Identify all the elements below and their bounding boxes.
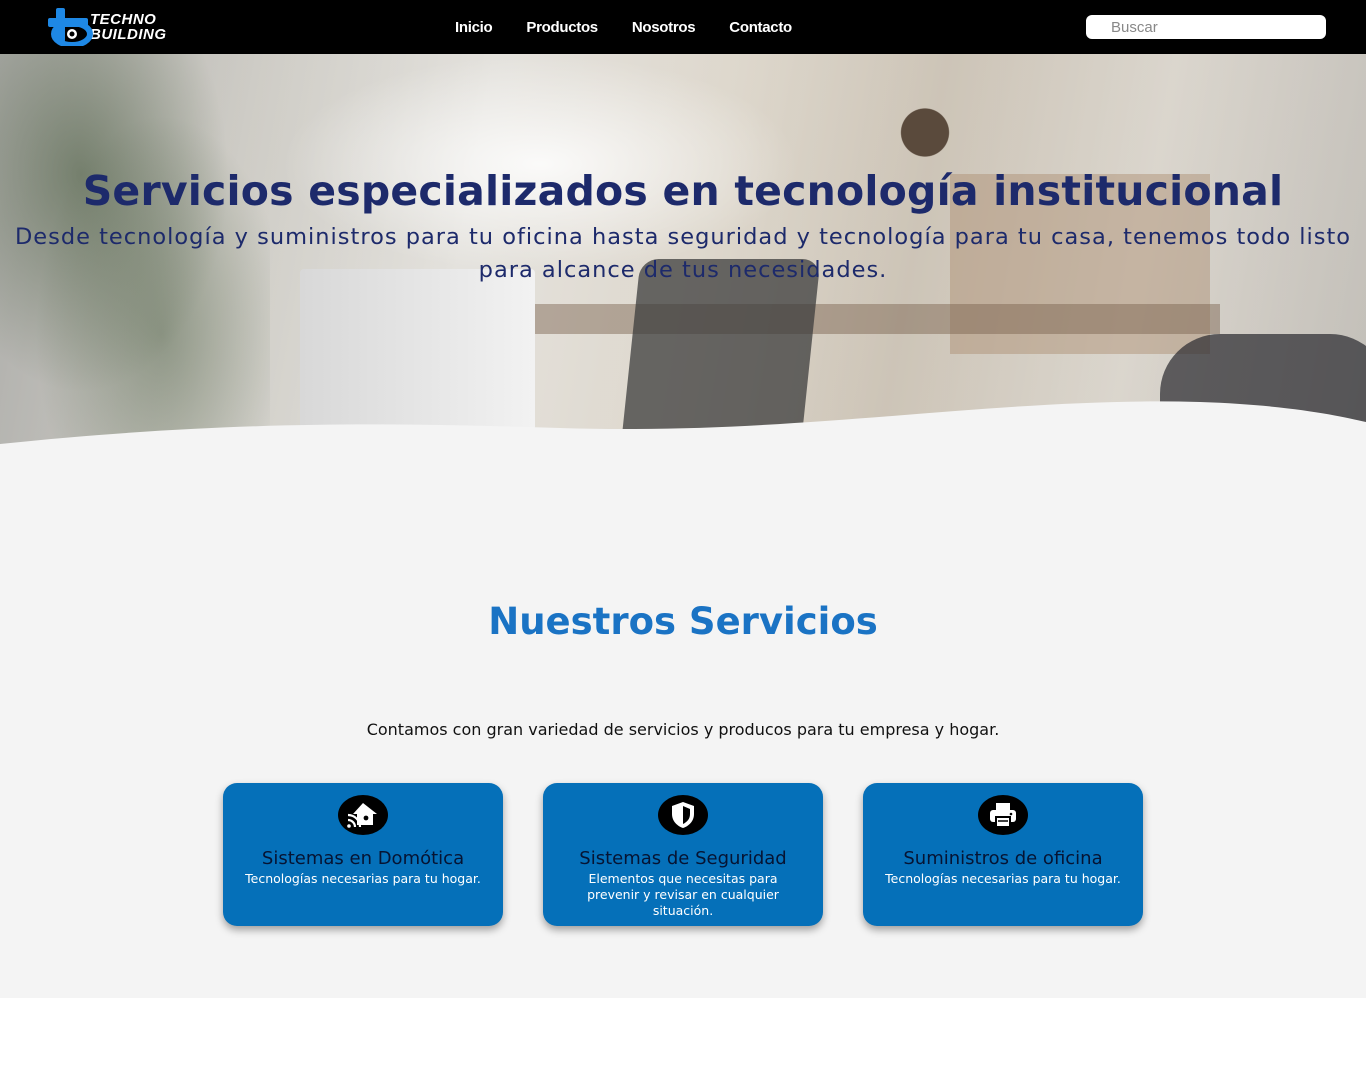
smart-home-icon [338,795,388,835]
service-card-oficina[interactable]: Suministros de oficina Tecnologías neces… [863,783,1143,926]
hero-subtitle: Desde tecnología y suministros para tu o… [14,224,1352,283]
service-card-domotica[interactable]: Sistemas en Domótica Tecnologías necesar… [223,783,503,926]
service-card-title: Sistemas en Domótica [261,848,465,869]
hero-wave-divider [0,401,1366,454]
nav-link-contacto[interactable]: Contacto [729,19,792,36]
nav-link-nosotros[interactable]: Nosotros [632,19,696,36]
services-intro: Contamos con gran variedad de servicios … [366,720,1000,739]
hero-banner: Servicios especializados en tecnología i… [0,54,1366,454]
service-card-description: Tecnologías necesarias para tu hogar. [885,871,1121,886]
service-card-title: Sistemas de Seguridad [579,848,787,869]
top-navbar: TECHNO BUILDING Inicio Productos Nosotro… [0,0,1366,54]
services-title: Nuestros Servicios [488,600,878,643]
service-cards: Sistemas en Domótica Tecnologías necesar… [223,783,1143,926]
printer-icon [978,795,1028,835]
page-footer-space [0,998,1366,1072]
logo-mark-icon [48,8,94,48]
service-card-title: Suministros de oficina [903,848,1103,869]
search-input[interactable] [1086,15,1326,39]
services-section: Nuestros Servicios Contamos con gran var… [0,454,1366,998]
nav-link-inicio[interactable]: Inicio [455,19,493,36]
shield-icon [658,795,708,835]
brand-logo[interactable]: TECHNO BUILDING [48,7,167,48]
hero-title: Servicios especializados en tecnología i… [82,167,1284,215]
service-card-description: Tecnologías necesarias para tu hogar. [245,871,481,886]
service-card-description: Elementos que necesitas para prevenir y … [587,871,779,918]
main-nav: Inicio Productos Nosotros Contacto [455,0,826,54]
brand-name-line1: TECHNO [90,11,157,28]
nav-link-productos[interactable]: Productos [526,19,598,36]
service-card-seguridad[interactable]: Sistemas de Seguridad Elementos que nece… [543,783,823,926]
brand-name-line2: BUILDING [90,26,167,43]
